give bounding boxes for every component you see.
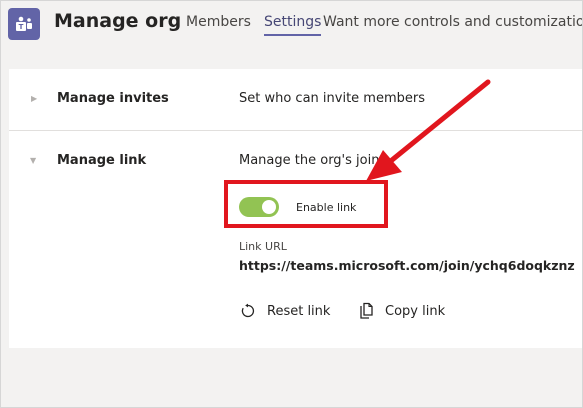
copy-link-label: Copy link: [385, 303, 446, 319]
page-title: Manage org: [54, 10, 182, 32]
enable-link-setting: Enable link: [239, 197, 356, 217]
copy-icon: [357, 302, 375, 320]
upgrade-promo-link[interactable]: Want more controls and customization?: [323, 14, 583, 30]
manage-invites-label[interactable]: Manage invites: [57, 91, 169, 106]
enable-link-toggle[interactable]: [239, 197, 279, 217]
manage-invites-description: Set who can invite members: [239, 91, 425, 106]
copy-link-button[interactable]: Copy link: [357, 302, 445, 320]
svg-text:T: T: [19, 23, 24, 31]
toggle-knob: [262, 200, 276, 214]
teams-org-icon: T: [8, 8, 40, 40]
reset-link-button[interactable]: Reset link: [239, 302, 330, 320]
chevron-right-icon[interactable]: ▶: [31, 94, 37, 103]
manage-link-label[interactable]: Manage link: [57, 153, 146, 168]
link-url-caption: Link URL: [239, 240, 287, 253]
tab-settings[interactable]: Settings: [264, 14, 322, 36]
enable-link-label: Enable link: [296, 200, 357, 214]
settings-panel: ▶ Manage invites Set who can invite memb…: [9, 69, 583, 348]
link-url-value: https://teams.microsoft.com/join/ychq6do…: [239, 258, 575, 273]
chevron-down-icon[interactable]: ▼: [30, 156, 36, 165]
reset-link-label: Reset link: [267, 303, 331, 319]
row-divider: [9, 130, 583, 131]
reset-icon: [239, 302, 257, 320]
tab-members[interactable]: Members: [186, 14, 251, 30]
page-header: T Manage org Members Settings Want more …: [0, 0, 583, 50]
manage-link-description: Manage the org's join l: [239, 153, 388, 168]
